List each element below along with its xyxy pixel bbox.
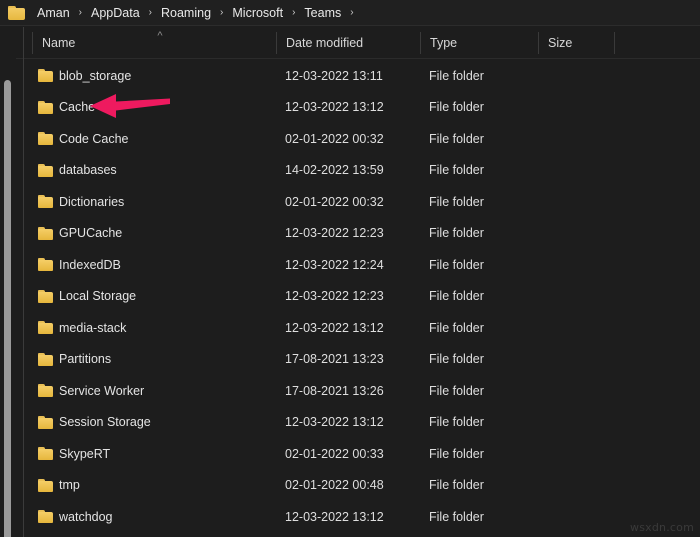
column-header-size[interactable]: Size bbox=[539, 27, 614, 59]
file-date-modified: 02-01-2022 00:33 bbox=[285, 446, 384, 461]
file-name[interactable]: watchdog bbox=[59, 509, 113, 525]
file-type: File folder bbox=[429, 320, 484, 335]
file-list[interactable]: blob_storage 12-03-2022 13:11 File folde… bbox=[0, 60, 700, 537]
folder-icon bbox=[38, 132, 53, 146]
folder-icon bbox=[38, 69, 53, 83]
chevron-right-icon: › bbox=[220, 6, 224, 18]
sort-ascending-icon: ^ bbox=[157, 30, 163, 42]
table-row[interactable]: Session Storage 12-03-2022 13:12 File fo… bbox=[0, 407, 700, 439]
file-type: File folder bbox=[429, 100, 484, 115]
file-date-modified: 02-01-2022 00:48 bbox=[285, 478, 384, 493]
folder-icon bbox=[8, 5, 25, 20]
table-row[interactable]: Local Storage 12-03-2022 12:23 File fold… bbox=[0, 281, 700, 313]
breadcrumb-item-roaming[interactable]: Roaming bbox=[159, 4, 213, 22]
file-type: File folder bbox=[429, 194, 484, 209]
chevron-right-icon: › bbox=[350, 6, 354, 18]
table-row[interactable]: databases 14-02-2022 13:59 File folder bbox=[0, 155, 700, 187]
folder-icon bbox=[38, 163, 53, 177]
breadcrumb-item-microsoft[interactable]: Microsoft bbox=[230, 4, 285, 22]
file-type: File folder bbox=[429, 509, 484, 524]
table-row[interactable]: watchdog 12-03-2022 13:12 File folder bbox=[0, 501, 700, 533]
scrollbar-thumb[interactable] bbox=[4, 80, 11, 537]
file-type: File folder bbox=[429, 68, 484, 83]
table-row[interactable]: Cache 12-03-2022 13:12 File folder bbox=[0, 92, 700, 124]
file-date-modified: 12-03-2022 12:23 bbox=[285, 226, 384, 241]
folder-icon bbox=[38, 289, 53, 303]
breadcrumb-item-teams[interactable]: Teams bbox=[302, 4, 343, 22]
table-row[interactable]: tmp 02-01-2022 00:48 File folder bbox=[0, 470, 700, 502]
file-date-modified: 17-08-2021 13:23 bbox=[285, 352, 384, 367]
file-type: File folder bbox=[429, 415, 484, 430]
file-date-modified: 14-02-2022 13:59 bbox=[285, 163, 384, 178]
folder-icon bbox=[38, 478, 53, 492]
file-name[interactable]: IndexedDB bbox=[59, 257, 121, 273]
file-name[interactable]: Local Storage bbox=[59, 288, 136, 304]
file-name[interactable]: Dictionaries bbox=[59, 194, 124, 210]
file-type: File folder bbox=[429, 257, 484, 272]
folder-icon bbox=[38, 258, 53, 272]
file-name[interactable]: databases bbox=[59, 162, 117, 178]
file-date-modified: 12-03-2022 12:23 bbox=[285, 289, 384, 304]
column-divider[interactable] bbox=[614, 32, 615, 54]
column-header-row: Name ^ Date modified Type Size bbox=[0, 27, 700, 59]
folder-icon bbox=[38, 352, 53, 366]
file-name[interactable]: Service Worker bbox=[59, 383, 144, 399]
file-name[interactable]: media-stack bbox=[59, 320, 126, 336]
file-type: File folder bbox=[429, 478, 484, 493]
table-row[interactable]: blob_storage 12-03-2022 13:11 File folde… bbox=[0, 60, 700, 92]
file-type: File folder bbox=[429, 226, 484, 241]
file-type: File folder bbox=[429, 289, 484, 304]
file-date-modified: 02-01-2022 00:32 bbox=[285, 194, 384, 209]
folder-icon bbox=[38, 226, 53, 240]
file-name[interactable]: tmp bbox=[59, 477, 80, 493]
file-date-modified: 17-08-2021 13:26 bbox=[285, 383, 384, 398]
file-date-modified: 12-03-2022 13:12 bbox=[285, 100, 384, 115]
folder-icon bbox=[38, 510, 53, 524]
table-row[interactable]: media-stack 12-03-2022 13:12 File folder bbox=[0, 312, 700, 344]
chevron-right-icon: › bbox=[292, 6, 296, 18]
file-type: File folder bbox=[429, 352, 484, 367]
file-date-modified: 12-03-2022 13:12 bbox=[285, 320, 384, 335]
file-type: File folder bbox=[429, 163, 484, 178]
folder-icon bbox=[38, 321, 53, 335]
file-date-modified: 12-03-2022 13:12 bbox=[285, 415, 384, 430]
file-type: File folder bbox=[429, 383, 484, 398]
file-date-modified: 02-01-2022 00:32 bbox=[285, 131, 384, 146]
folder-icon bbox=[38, 415, 53, 429]
watermark: wsxdn.com bbox=[630, 521, 694, 534]
file-date-modified: 12-03-2022 12:24 bbox=[285, 257, 384, 272]
file-date-modified: 12-03-2022 13:11 bbox=[285, 68, 383, 83]
folder-icon bbox=[38, 384, 53, 398]
breadcrumb-item-aman[interactable]: Aman bbox=[35, 4, 72, 22]
breadcrumb-item-appdata[interactable]: AppData bbox=[89, 4, 142, 22]
breadcrumb[interactable]: Aman › AppData › Roaming › Microsoft › T… bbox=[0, 0, 700, 26]
folder-icon bbox=[38, 100, 53, 114]
file-type: File folder bbox=[429, 131, 484, 146]
scrollbar-edge-divider bbox=[23, 27, 24, 537]
table-row[interactable]: Dictionaries 02-01-2022 00:32 File folde… bbox=[0, 186, 700, 218]
vertical-scrollbar[interactable] bbox=[0, 27, 16, 537]
file-name[interactable]: GPUCache bbox=[59, 225, 122, 241]
table-row[interactable]: SkypeRT 02-01-2022 00:33 File folder bbox=[0, 438, 700, 470]
folder-icon bbox=[38, 195, 53, 209]
file-name[interactable]: SkypeRT bbox=[59, 446, 110, 462]
column-header-date-modified[interactable]: Date modified bbox=[277, 27, 420, 59]
file-name[interactable]: Session Storage bbox=[59, 414, 151, 430]
table-row[interactable]: Code Cache 02-01-2022 00:32 File folder bbox=[0, 123, 700, 155]
folder-icon bbox=[38, 447, 53, 461]
file-name[interactable]: Cache bbox=[59, 99, 95, 115]
table-row[interactable]: IndexedDB 12-03-2022 12:24 File folder bbox=[0, 249, 700, 281]
chevron-right-icon: › bbox=[78, 6, 82, 18]
file-name[interactable]: Code Cache bbox=[59, 131, 129, 147]
column-header-type[interactable]: Type bbox=[421, 27, 538, 59]
table-row[interactable]: GPUCache 12-03-2022 12:23 File folder bbox=[0, 218, 700, 250]
file-type: File folder bbox=[429, 446, 484, 461]
table-row[interactable]: Service Worker 17-08-2021 13:26 File fol… bbox=[0, 375, 700, 407]
chevron-right-icon: › bbox=[148, 6, 152, 18]
table-row[interactable]: Partitions 17-08-2021 13:23 File folder bbox=[0, 344, 700, 376]
file-name[interactable]: blob_storage bbox=[59, 68, 131, 84]
file-name[interactable]: Partitions bbox=[59, 351, 111, 367]
file-date-modified: 12-03-2022 13:12 bbox=[285, 509, 384, 524]
